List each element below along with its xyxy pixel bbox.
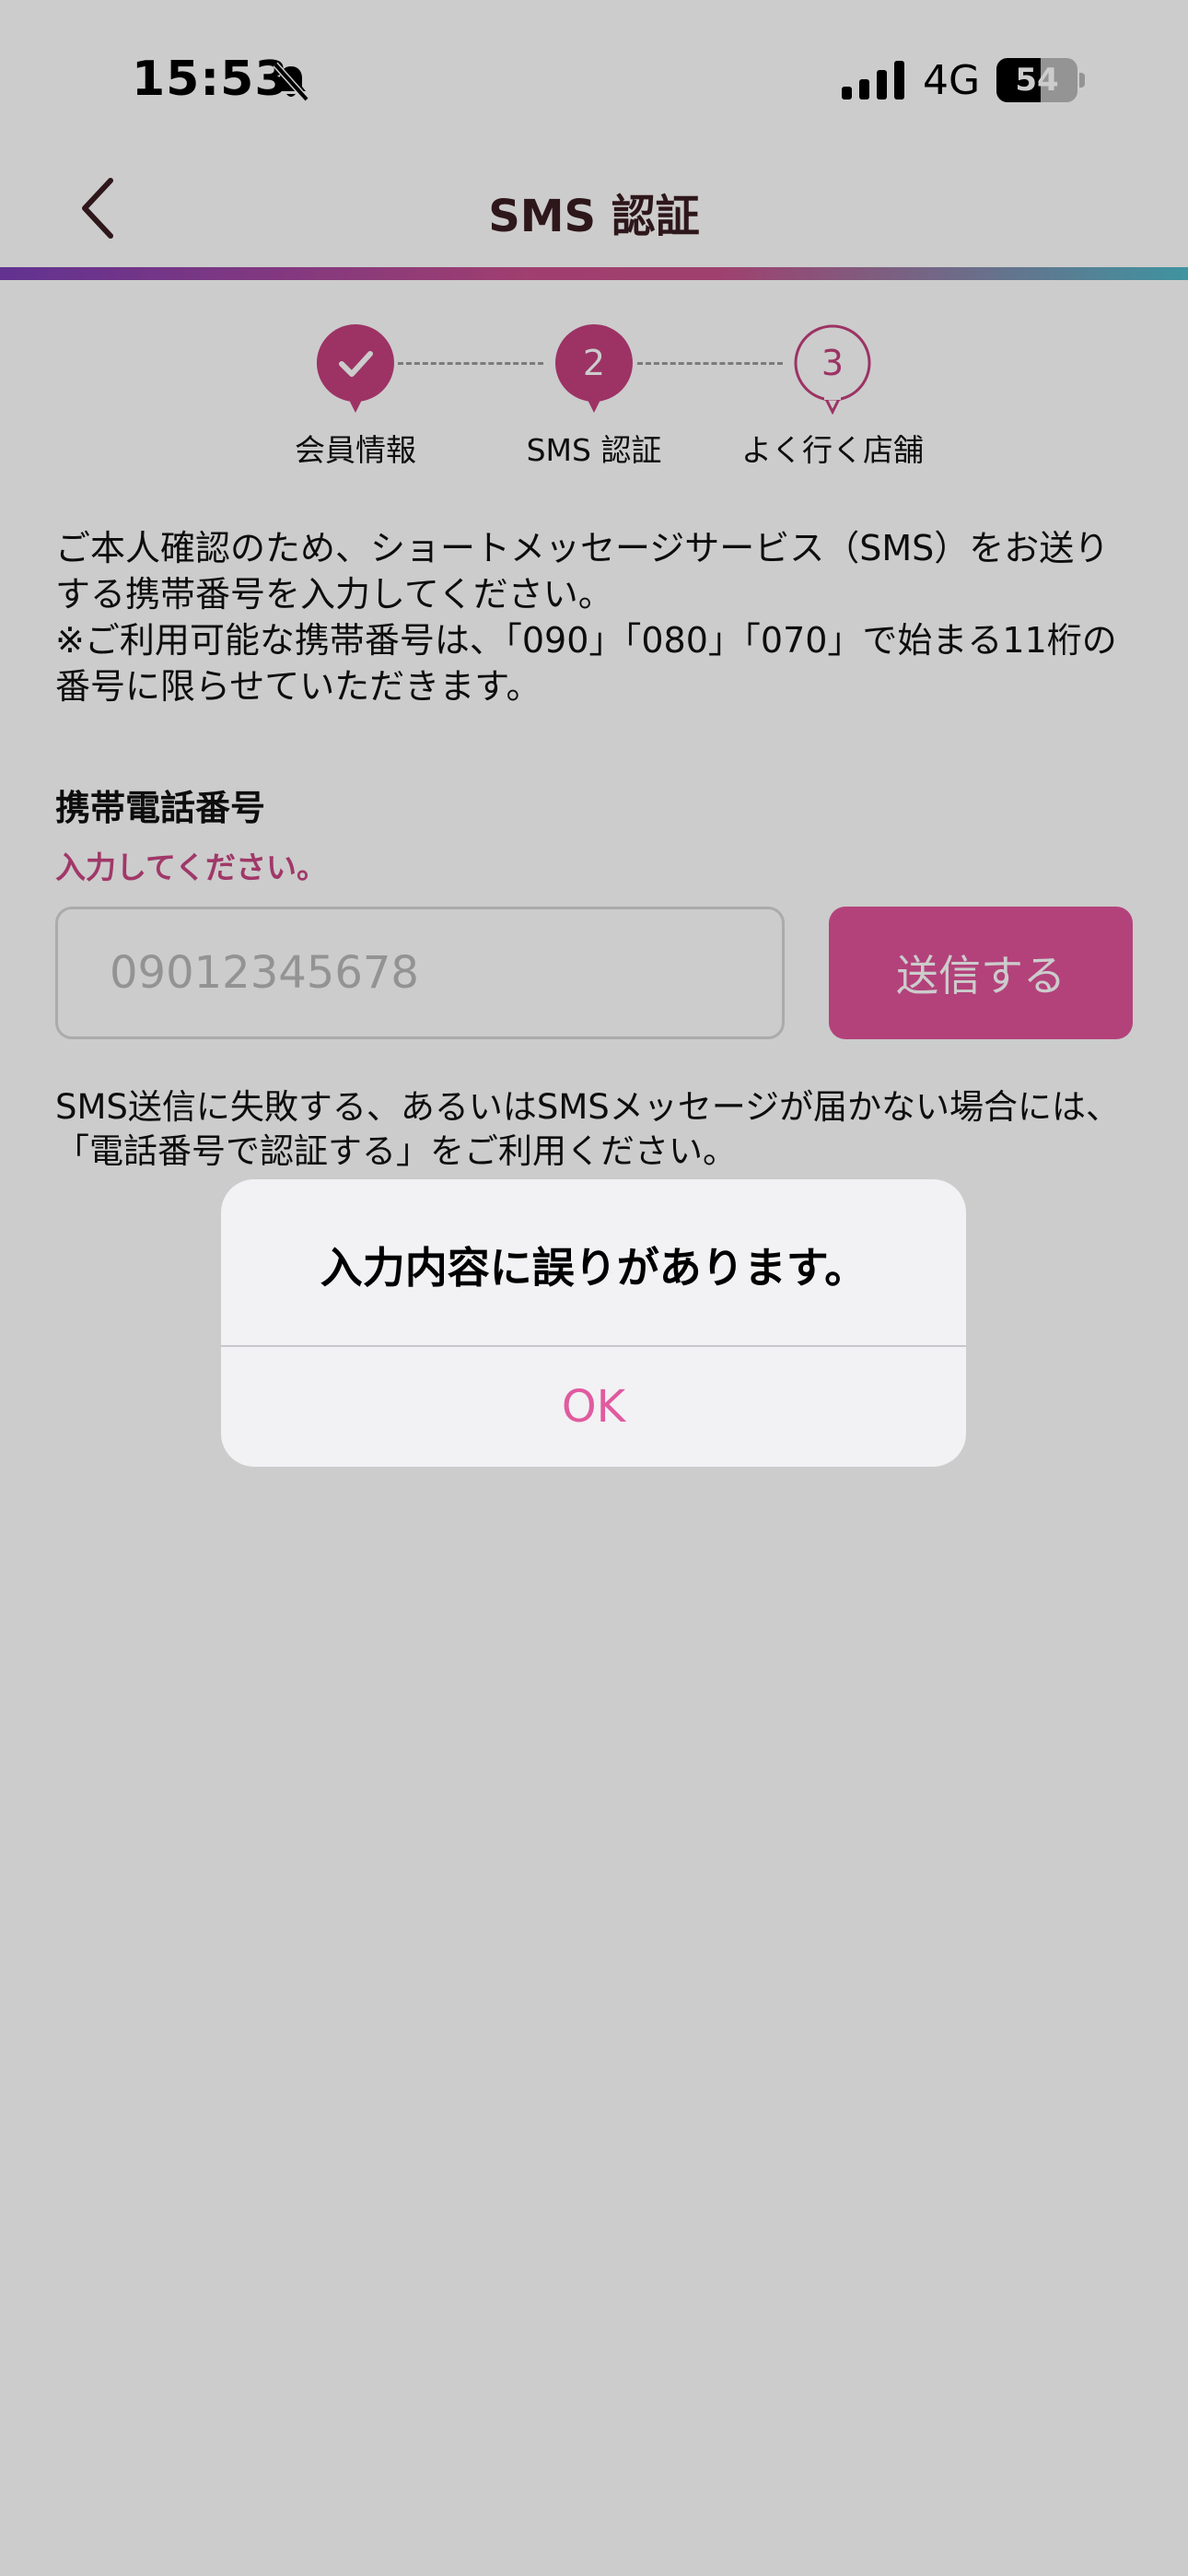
alert-dialog: 入力内容に誤りがあります。 OK bbox=[221, 1179, 966, 1467]
dialog-message: 入力内容に誤りがあります。 bbox=[320, 1243, 868, 1293]
app-screen: 15:53 4G 54 SMS 認証 2 3 会員情報 SMS 認証 よく行く店… bbox=[0, 0, 1188, 2576]
dialog-ok-button[interactable]: OK bbox=[221, 1347, 966, 1467]
